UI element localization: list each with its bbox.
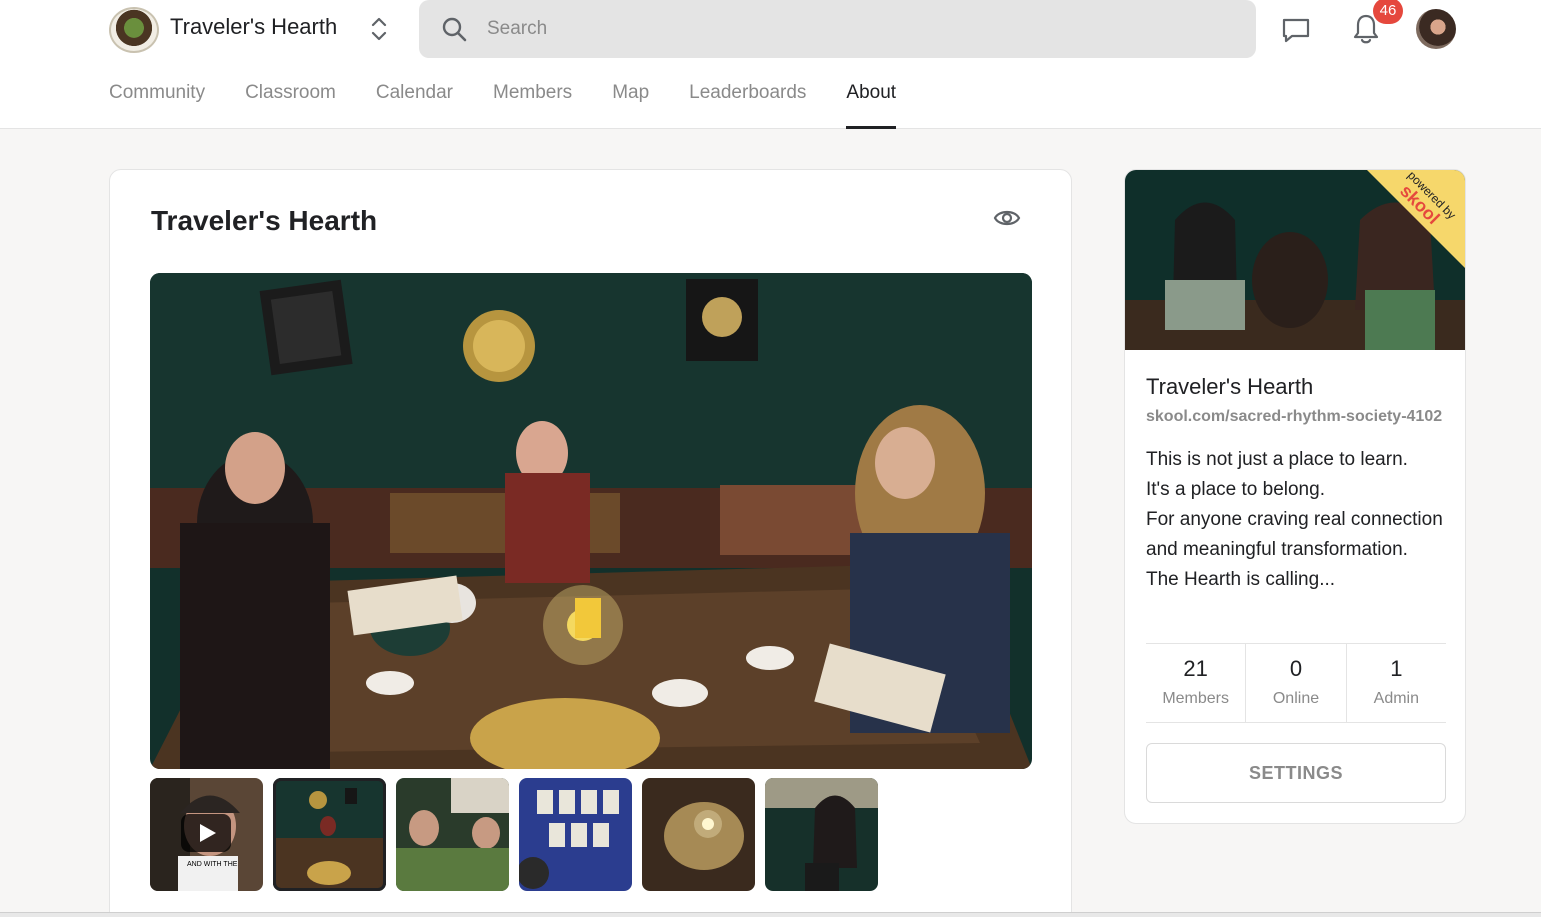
description-line: The Hearth is calling... <box>1146 569 1336 590</box>
stat-members[interactable]: 21 Members <box>1146 644 1247 722</box>
thumbnail-photo[interactable] <box>765 778 878 891</box>
community-name[interactable]: Traveler's Hearth <box>170 14 337 40</box>
hero-photo <box>150 273 1032 769</box>
community-title: Traveler's Hearth <box>1146 374 1314 399</box>
stat-admin[interactable]: 1 Admin <box>1347 644 1446 722</box>
thumbnail-photo[interactable] <box>519 778 632 891</box>
community-url[interactable]: skool.com/sacred-rhythm-society-4102 <box>1146 408 1442 426</box>
tab-calendar[interactable]: Calendar <box>376 82 453 129</box>
search-icon <box>442 17 467 42</box>
thumbnail-photo[interactable] <box>642 778 755 891</box>
thumbnail-photo[interactable] <box>273 778 386 891</box>
community-logo[interactable] <box>109 7 159 53</box>
hero-media[interactable] <box>150 273 1032 769</box>
stat-label: Admin <box>1373 690 1419 707</box>
main-nav: Community Classroom Calendar Members Map… <box>109 82 896 129</box>
eye-icon[interactable] <box>993 206 1021 230</box>
search-input[interactable] <box>487 14 1187 44</box>
tab-map[interactable]: Map <box>612 82 649 129</box>
stat-online[interactable]: 0 Online <box>1246 644 1347 722</box>
description-line: For anyone craving real connection and m… <box>1146 509 1443 560</box>
about-card: Traveler's Hearth AND WITH THE <box>109 169 1072 917</box>
stat-value: 0 <box>1289 656 1303 681</box>
tab-classroom[interactable]: Classroom <box>245 82 336 129</box>
tab-about[interactable]: About <box>846 82 896 129</box>
stat-label: Online <box>1272 690 1320 707</box>
notification-count-badge: 46 <box>1373 0 1403 24</box>
play-icon[interactable] <box>181 814 231 852</box>
bottom-scroll-edge <box>0 912 1541 917</box>
stat-value: 21 <box>1183 656 1208 681</box>
chat-icon[interactable] <box>1280 14 1312 46</box>
community-description: This is not just a place to learn. It's … <box>1146 445 1446 595</box>
page-title: Traveler's Hearth <box>151 205 378 236</box>
media-thumbnails: AND WITH THE <box>150 778 878 891</box>
user-avatar[interactable] <box>1416 9 1456 49</box>
settings-button[interactable]: SETTINGS <box>1146 743 1446 803</box>
search-bar[interactable] <box>419 0 1256 58</box>
cover-image: powered by skool <box>1125 170 1465 350</box>
tab-members[interactable]: Members <box>493 82 572 129</box>
thumbnail-video[interactable]: AND WITH THE <box>150 778 263 891</box>
description-line: It's a place to belong. <box>1146 479 1325 500</box>
thumbnail-caption: AND WITH THE <box>187 861 238 868</box>
thumbnail-photo[interactable] <box>396 778 509 891</box>
top-header: Traveler's Hearth 46 Community Classroom… <box>0 0 1541 129</box>
tab-community[interactable]: Community <box>109 82 205 129</box>
description-line: This is not just a place to learn. <box>1146 449 1408 470</box>
community-stats: 21 Members 0 Online 1 Admin <box>1146 643 1446 723</box>
chevron-up-down-icon[interactable] <box>367 14 391 44</box>
stat-value: 1 <box>1390 656 1403 681</box>
community-info-card: powered by skool Traveler's Hearth skool… <box>1124 169 1466 824</box>
stat-label: Members <box>1162 690 1229 707</box>
tab-leaderboards[interactable]: Leaderboards <box>689 82 806 129</box>
